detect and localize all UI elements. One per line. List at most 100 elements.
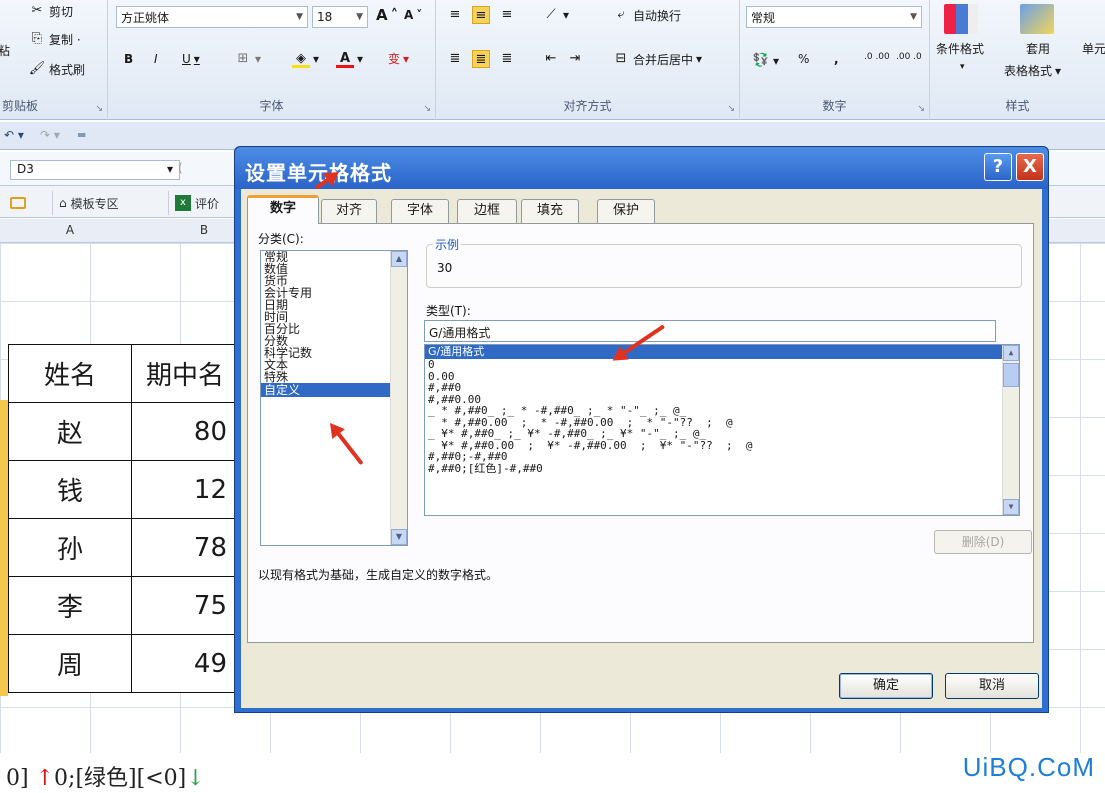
increase-indent-button[interactable]: ⇥: [566, 50, 584, 68]
scroll-thumb[interactable]: [1003, 363, 1019, 387]
name-cell[interactable]: 孙: [8, 518, 132, 577]
border-button[interactable]: ⊞ ▾: [234, 50, 261, 68]
score-cell[interactable]: 75: [131, 576, 242, 635]
close-button[interactable]: X: [1016, 153, 1044, 181]
function-icon[interactable]: (: [178, 161, 183, 175]
align-bottom-button[interactable]: ≡: [498, 6, 516, 24]
clipboard-launcher-icon[interactable]: ↘: [95, 104, 103, 114]
name-box[interactable]: D3 ▾: [10, 160, 180, 180]
tab-border[interactable]: 边框: [457, 199, 517, 223]
alignment-launcher-icon[interactable]: ↘: [727, 104, 735, 114]
tab-font[interactable]: 字体: [391, 199, 449, 223]
format-scrollbar[interactable]: ▲ ▼: [1002, 345, 1019, 515]
scroll-up-icon[interactable]: ▲: [391, 251, 407, 267]
number-launcher-icon[interactable]: ↘: [917, 104, 925, 114]
chevron-down-icon: ▾: [166, 162, 173, 176]
category-scrollbar[interactable]: ▲ ▼: [390, 251, 407, 545]
format-item[interactable]: G/通用格式: [425, 345, 1002, 359]
score-cell[interactable]: 78: [131, 518, 242, 577]
name-cell[interactable]: 周: [8, 634, 132, 693]
format-list[interactable]: G/通用格式 0 0.00 #,##0 #,##0.00 _ * #,##0_ ;_ * …: [424, 344, 1020, 516]
format-item[interactable]: _ * #,##0.00_ ;_ * -#,##0.00_ ;_ * "-"??…: [425, 417, 1002, 429]
score-cell[interactable]: 49: [131, 634, 242, 693]
help-button[interactable]: ?: [984, 153, 1012, 181]
align-left-button[interactable]: ≣: [446, 50, 464, 68]
format-item[interactable]: #,##0;-#,##0: [425, 451, 1002, 463]
category-item[interactable]: 特殊: [261, 371, 407, 383]
template-tab[interactable]: ⌂ 模板专区: [52, 191, 125, 215]
cut-button[interactable]: ✂ 剪切: [28, 2, 73, 20]
align-middle-button[interactable]: ≡: [472, 6, 490, 24]
align-right-button[interactable]: ≣: [498, 50, 516, 68]
category-item[interactable]: 自定义: [261, 383, 407, 397]
ok-button[interactable]: 确定: [839, 673, 933, 699]
format-item[interactable]: #,##0: [425, 382, 1002, 394]
score-cell[interactable]: 12: [131, 460, 242, 519]
eval-tab[interactable]: x 评价: [168, 191, 225, 215]
folder-icon[interactable]: [4, 191, 32, 215]
font-launcher-icon[interactable]: ↘: [423, 104, 431, 114]
undo-icon[interactable]: ↶ ▾: [4, 128, 24, 142]
decrease-decimal-button[interactable]: .00 .0: [896, 52, 922, 62]
name-cell[interactable]: 赵: [8, 402, 132, 461]
category-list[interactable]: 常规 数值 货币 会计专用 日期 时间 百分比 分数 科学记数 文本 特殊 自定义 ▲ ▼: [260, 250, 408, 546]
format-as-table-button-2[interactable]: 表格格式 ▾: [1004, 62, 1061, 79]
format-painter-button[interactable]: 🖌 格式刷: [28, 60, 85, 78]
format-item[interactable]: #,##0.00: [425, 394, 1002, 406]
score-cell[interactable]: 80: [131, 402, 242, 461]
type-input[interactable]: G/通用格式: [424, 320, 996, 342]
fill-color-button[interactable]: ◈ ▾: [292, 50, 319, 68]
decrease-indent-button[interactable]: ⇤: [542, 50, 560, 68]
scroll-up-icon[interactable]: ▲: [1003, 345, 1019, 361]
tab-fill[interactable]: 填充: [521, 199, 579, 223]
format-item[interactable]: _ * #,##0_ ;_ * -#,##0_ ;_ * "-"_ ;_ @_: [425, 405, 1002, 417]
format-item[interactable]: _ ¥* #,##0.00_ ;_ ¥* -#,##0.00_ ;_ ¥* "-…: [425, 440, 1002, 452]
currency-button[interactable]: 💱 ▾: [752, 52, 779, 70]
tab-protection[interactable]: 保护: [597, 199, 655, 223]
comma-button[interactable]: ,: [834, 52, 839, 66]
orientation-button[interactable]: ⟋ ▾: [542, 6, 569, 24]
header-score-cell[interactable]: 期中名: [131, 344, 242, 403]
cancel-button[interactable]: 取消: [945, 673, 1039, 699]
number-format-select[interactable]: 常规 ▼: [746, 6, 922, 28]
italic-button[interactable]: I: [154, 52, 158, 66]
column-header-a[interactable]: A: [60, 223, 80, 237]
scroll-down-icon[interactable]: ▼: [1003, 499, 1019, 515]
bold-button[interactable]: B: [124, 52, 133, 66]
font-name-select[interactable]: 方正姚体 ▼: [116, 6, 308, 28]
font-size-select[interactable]: 18 ▼: [312, 6, 368, 28]
customize-qat-icon[interactable]: ═: [78, 128, 85, 142]
name-cell[interactable]: 李: [8, 576, 132, 635]
conditional-format-button[interactable]: 条件格式: [936, 40, 984, 57]
paste-button[interactable]: 粘: [0, 42, 10, 59]
format-item[interactable]: 0.00: [425, 371, 1002, 383]
phonetic-button[interactable]: 变 ▾: [388, 50, 409, 67]
delete-button[interactable]: 删除(D): [934, 530, 1032, 554]
align-top-button[interactable]: ≡: [446, 6, 464, 24]
format-item[interactable]: #,##0;[红色]-#,##0: [425, 463, 1002, 475]
tab-alignment[interactable]: 对齐: [321, 199, 377, 223]
align-center-button[interactable]: ≣: [472, 50, 490, 68]
copy-button[interactable]: ⎘ 复制 ·: [28, 30, 81, 48]
dialog-title-bar[interactable]: 设置单元格格式 ? X: [235, 147, 1048, 189]
format-as-table-button[interactable]: 套用: [1026, 40, 1050, 57]
cell-styles-button[interactable]: 单元: [1082, 40, 1105, 57]
redo-icon[interactable]: ↷ ▾: [40, 128, 60, 142]
header-name-cell[interactable]: 姓名: [8, 344, 132, 403]
underline-button[interactable]: U ▾: [182, 52, 200, 66]
percent-button[interactable]: %: [798, 52, 809, 66]
wrap-text-button[interactable]: ⤶ 自动换行: [612, 6, 681, 24]
scroll-down-icon[interactable]: ▼: [391, 529, 407, 545]
table-header-row: 姓名 期中名: [8, 344, 242, 403]
merge-center-button[interactable]: ⊟ 合并后居中 ▾: [612, 50, 703, 68]
increase-decimal-button[interactable]: .0 .00: [864, 52, 890, 62]
grow-font-button[interactable]: A ˄: [376, 6, 398, 24]
tab-number[interactable]: 数字: [247, 195, 319, 224]
column-header-b[interactable]: B: [194, 223, 214, 237]
number-format-value: 常规: [751, 10, 776, 25]
format-item[interactable]: 0: [425, 359, 1002, 371]
shrink-font-button[interactable]: A ˅: [404, 8, 422, 22]
font-color-button[interactable]: A ▾: [336, 50, 363, 68]
format-item[interactable]: _ ¥* #,##0_ ;_ ¥* -#,##0_ ;_ ¥* "-"_ ;_ …: [425, 428, 1002, 440]
name-cell[interactable]: 钱: [8, 460, 132, 519]
